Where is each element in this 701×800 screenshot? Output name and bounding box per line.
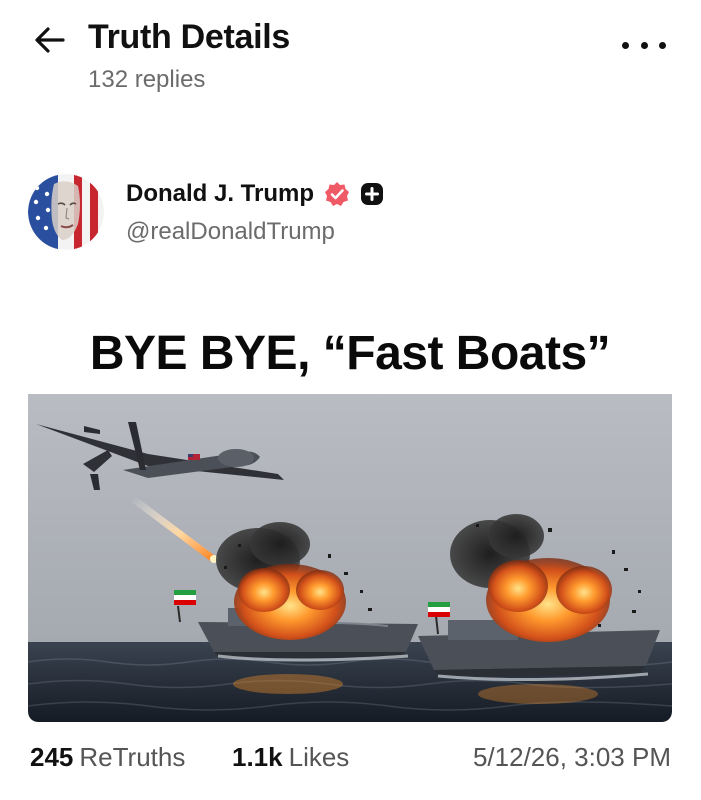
post-timestamp: 5/12/26, 3:03 PM	[472, 742, 671, 772]
verified-badge-icon	[325, 182, 350, 206]
truth-details-screen: Truth Details 132 replies Donald J. Trum…	[0, 0, 701, 800]
post-author: Donald J. Trump @realDonaldTrump	[0, 168, 701, 258]
back-button[interactable]	[30, 22, 70, 58]
post-image[interactable]: BYE BYE, “Fast Boats”	[28, 312, 672, 722]
page-title: Truth Details	[88, 18, 291, 56]
plus-badge-icon	[361, 183, 384, 205]
author-name-row[interactable]: Donald J. Trump	[126, 180, 384, 208]
arrow-left-icon	[35, 27, 65, 53]
post-stats: 245 ReTruths 1.1k Likes 5/12/26, 3:03 PM	[0, 738, 701, 782]
retruths-stat[interactable]: 245 ReTruths	[30, 742, 185, 773]
retruths-label: ReTruths	[79, 742, 186, 772]
author-handle: @realDonaldTrump	[126, 218, 335, 245]
avatar[interactable]	[28, 174, 104, 250]
replies-count: 132 replies	[88, 66, 206, 93]
author-name: Donald J. Trump	[126, 180, 315, 207]
header: Truth Details 132 replies	[0, 0, 701, 110]
avatar-image	[28, 174, 104, 250]
more-horizontal-icon	[622, 41, 629, 49]
more-options-button[interactable]	[622, 30, 666, 60]
boats-explosion-photo	[28, 394, 672, 722]
likes-count: 1.1k	[232, 742, 283, 772]
likes-label: Likes	[288, 742, 350, 772]
retruths-count: 245	[30, 742, 74, 772]
image-caption: BYE BYE, “Fast Boats”	[89, 326, 611, 380]
likes-stat[interactable]: 1.1k Likes	[232, 742, 349, 773]
